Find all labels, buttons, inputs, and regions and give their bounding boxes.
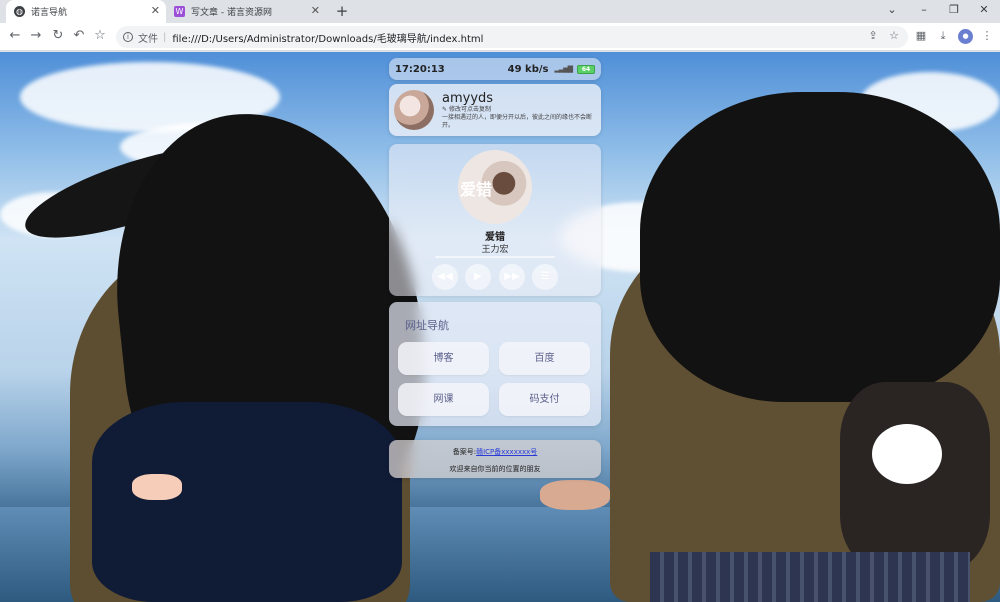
globe-icon: ◍ — [14, 6, 25, 17]
right-figure-skirt — [650, 552, 970, 602]
share-icon[interactable]: ⇪ — [866, 29, 880, 43]
album-cover: 爱错 — [458, 150, 532, 224]
network-speed: 49 kb/s — [507, 63, 549, 75]
rewind-icon[interactable]: ◀◀ — [432, 264, 458, 290]
nav-link-blog[interactable]: 博客 — [398, 342, 489, 375]
footer-card: 备案号:赣ICP备xxxxxxx号 欢迎来自你当前的位置的朋友 — [389, 440, 601, 478]
minimize-button[interactable]: – — [916, 3, 932, 16]
icp-label: 备案号: — [452, 448, 477, 456]
playlist-icon[interactable]: ☰ — [532, 264, 558, 290]
edit-hint-text: 修改可点击复制 — [448, 105, 491, 113]
back-arrow-icon[interactable]: ← — [7, 28, 23, 44]
close-tab-icon[interactable]: ✕ — [151, 5, 160, 17]
tab-title: 诺言导航 — [31, 8, 68, 18]
cover-text: 爱错 — [460, 180, 493, 199]
divider: | — [163, 31, 167, 43]
browser-toolbar: ← → ↻ ↶ ☆ i 文件 | file:///D:/Users/Admini… — [0, 23, 1000, 51]
left-figure-bag — [92, 402, 402, 602]
profile-motto: 一接相遇过的人，即便分开以后，彼此之间的缘也不会断开。 — [442, 113, 593, 129]
bookmark-star-icon[interactable]: ☆ — [887, 29, 901, 43]
restore-button[interactable]: ❐ — [946, 3, 962, 16]
fast-forward-icon[interactable]: ▶▶ — [499, 264, 525, 290]
menu-kebab-icon[interactable]: ⋮ — [980, 29, 994, 43]
tab-strip: ◍ 诺言导航 ✕ W 写文章 - 诺言资源网 ✕ + ⌄ – ❐ ✕ — [0, 0, 1000, 23]
profile-edit-hint[interactable]: ✎ 修改可点击复制 — [442, 106, 596, 114]
signal-icon: ▂▃▅▇ — [554, 65, 573, 73]
clock: 17:20:13 — [395, 63, 445, 75]
download-icon[interactable]: ⤓ — [936, 29, 950, 43]
site-nav-card: 网址导航 博客 百度 网课 码支付 — [389, 302, 601, 426]
forward-arrow-icon[interactable]: → — [28, 28, 44, 44]
avatar[interactable] — [394, 90, 434, 130]
music-player: 爱错 爱错 王力宏 ◀◀ ▶ ▶▶ ☰ — [389, 144, 601, 296]
tab-active[interactable]: ◍ 诺言导航 ✕ — [6, 0, 166, 23]
nav-link-online-course[interactable]: 网课 — [398, 383, 489, 416]
url-text[interactable]: file:///D:/Users/Administrator/Downloads… — [172, 30, 483, 45]
holding-hands — [540, 480, 610, 510]
battery-icon: 64 — [577, 64, 595, 74]
tab-title: 写文章 - 诺言资源网 — [191, 8, 272, 18]
profile-name: amyyds — [442, 90, 494, 106]
right-figure-hair — [640, 92, 1000, 402]
undo-icon[interactable]: ↶ — [71, 28, 87, 44]
nav-link-baidu[interactable]: 百度 — [499, 342, 590, 375]
scheme-label: 文件 — [138, 33, 158, 45]
bookmark-star-icon[interactable]: ☆ — [92, 28, 108, 44]
status-bar: 17:20:13 49 kb/s ▂▃▅▇ 64 — [389, 58, 601, 80]
icp-line: 备案号:赣ICP备xxxxxxx号 — [389, 447, 601, 457]
site-nav-title: 网址导航 — [405, 319, 449, 332]
tab-search-chevron-icon[interactable]: ⌄ — [884, 3, 900, 16]
close-window-button[interactable]: ✕ — [976, 3, 992, 16]
address-bar[interactable]: i 文件 | file:///D:/Users/Administrator/Do… — [116, 26, 908, 48]
play-icon[interactable]: ▶ — [465, 264, 491, 290]
nav-link-codepay[interactable]: 码支付 — [499, 383, 590, 416]
tab-inactive[interactable]: W 写文章 - 诺言资源网 ✕ — [166, 0, 326, 23]
extensions-icon[interactable]: ▦ — [914, 29, 928, 43]
icp-link[interactable]: 赣ICP备xxxxxxx号 — [476, 448, 537, 456]
info-icon[interactable]: i — [123, 32, 133, 42]
site-favicon-icon: W — [174, 6, 185, 17]
reload-icon[interactable]: ↻ — [50, 28, 66, 44]
bag-charm — [872, 424, 942, 484]
page-viewport: 17:20:13 49 kb/s ▂▃▅▇ 64 amyyds ✎ 修改可点击复… — [0, 52, 1000, 602]
progress-bar[interactable] — [435, 256, 555, 258]
song-title: 爱错 — [485, 232, 505, 243]
close-tab-icon[interactable]: ✕ — [311, 5, 320, 17]
profile-avatar[interactable]: ● — [958, 29, 973, 44]
welcome-text: 欢迎来自你当前的位置的朋友 — [449, 465, 541, 473]
bag-bow — [132, 474, 182, 500]
profile-card: amyyds ✎ 修改可点击复制 一接相遇过的人，即便分开以后，彼此之间的缘也不… — [389, 84, 601, 136]
new-tab-button[interactable]: + — [334, 2, 350, 20]
song-artist: 王力宏 — [481, 245, 509, 255]
